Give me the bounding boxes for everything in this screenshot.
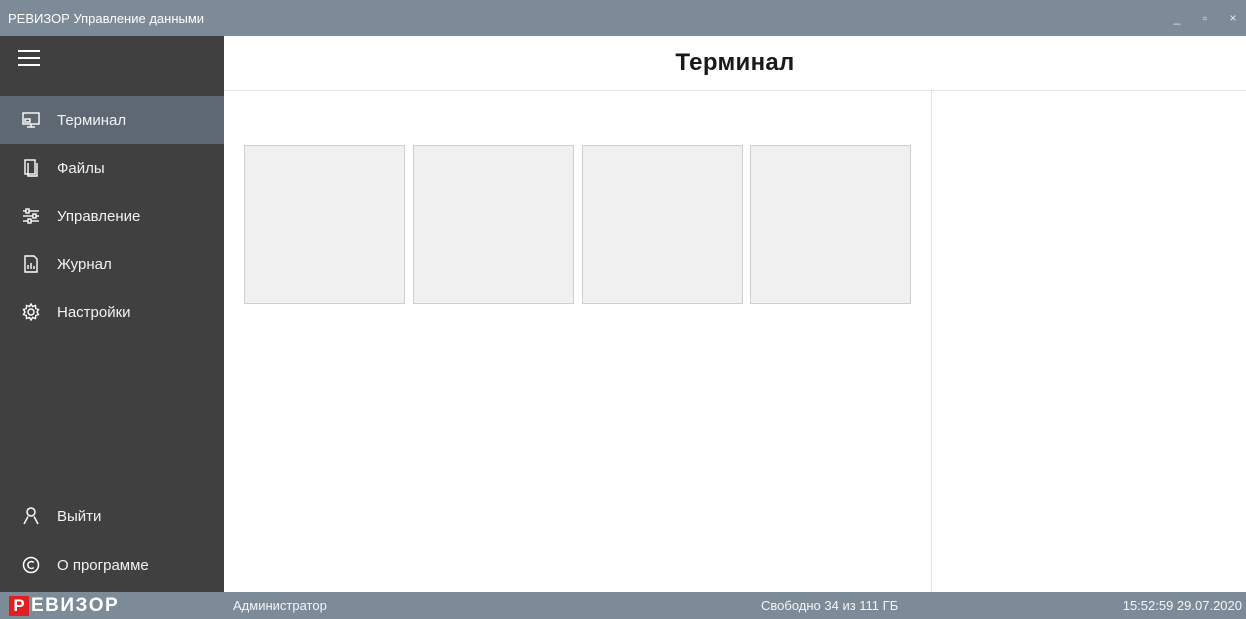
- monitor-icon: [21, 110, 41, 130]
- sidebar-item-label: Настройки: [57, 303, 131, 321]
- files-icon: [21, 158, 41, 178]
- status-datetime: 15:52:59 29.07.2020: [1122, 598, 1242, 613]
- sidebar-item-label: Управление: [57, 207, 141, 225]
- status-user: Администратор: [233, 598, 327, 613]
- sidebar-item-journal[interactable]: Журнал: [0, 240, 224, 288]
- logo-letter: Р: [9, 595, 29, 616]
- sidebar-item-terminal[interactable]: Терминал: [0, 96, 224, 144]
- page-header: Терминал: [224, 36, 1246, 91]
- log-icon: [21, 254, 41, 274]
- terminal-tile[interactable]: [244, 145, 405, 304]
- terminal-tile[interactable]: [750, 145, 911, 304]
- revizor-logo: Р ЕВИЗОР: [0, 592, 224, 619]
- terminal-tile[interactable]: [413, 145, 574, 304]
- page-title: Терминал: [675, 49, 795, 76]
- close-button[interactable]: ×: [1226, 11, 1240, 25]
- sidebar-item-management[interactable]: Управление: [0, 192, 224, 240]
- window-title: РЕВИЗОР Управление данными: [8, 10, 205, 26]
- status-free-space: Свободно 34 из 111 ГБ: [761, 598, 899, 613]
- hamburger-icon[interactable]: [18, 50, 40, 68]
- logo-text: ЕВИЗОР: [31, 594, 120, 616]
- maximize-button[interactable]: ▫: [1198, 11, 1212, 25]
- status-bar: Р ЕВИЗОР Администратор Свободно 34 из 11…: [0, 592, 1246, 619]
- window-titlebar: РЕВИЗОР Управление данными _ ▫ ×: [0, 0, 1246, 36]
- main-content: [224, 91, 931, 592]
- sidebar-item-label: Файлы: [57, 159, 105, 177]
- sidebar-item-label: Выйти: [57, 507, 102, 525]
- sidebar-item-label: О программе: [57, 556, 149, 574]
- sidebar-item-label: Терминал: [57, 111, 127, 129]
- user-icon: [21, 506, 41, 526]
- terminal-tile[interactable]: [582, 145, 743, 304]
- sidebar-item-settings[interactable]: Настройки: [0, 288, 224, 336]
- sidebar: Терминал Файлы Управление Журнал Настрой…: [0, 36, 224, 592]
- sidebar-item-about[interactable]: О программе: [0, 541, 224, 589]
- minimize-button[interactable]: _: [1170, 11, 1184, 25]
- sliders-icon: [21, 206, 41, 226]
- gear-icon: [21, 302, 41, 322]
- copyright-icon: [21, 555, 41, 575]
- sidebar-item-files[interactable]: Файлы: [0, 144, 224, 192]
- sidebar-item-logout[interactable]: Выйти: [0, 492, 224, 540]
- window-controls: _ ▫ ×: [1170, 0, 1240, 36]
- right-panel: [931, 91, 1246, 592]
- sidebar-item-label: Журнал: [57, 255, 112, 273]
